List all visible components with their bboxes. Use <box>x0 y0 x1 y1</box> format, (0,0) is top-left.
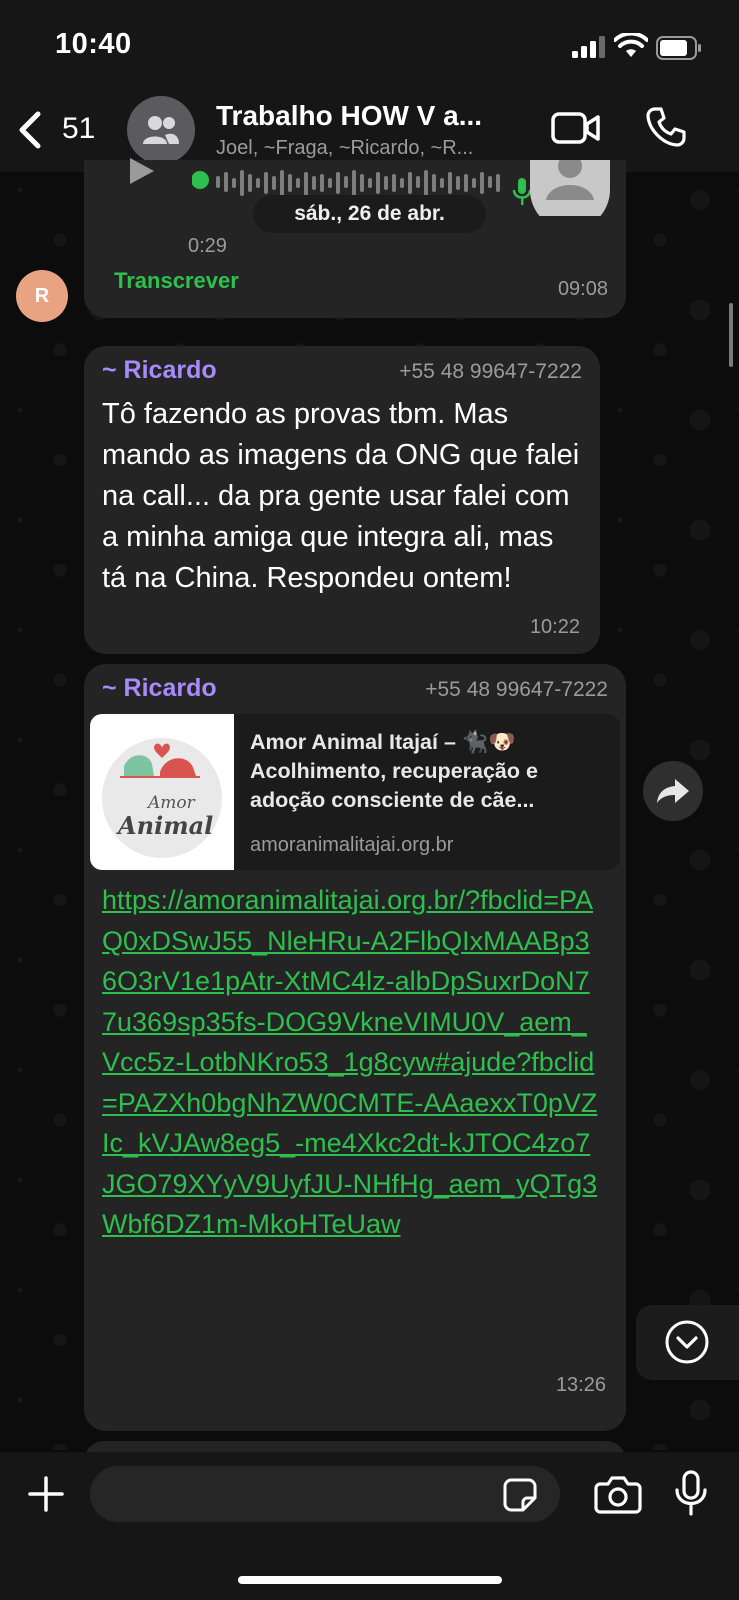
message-link[interactable]: https://amoranimalitajai.org.br/?fbclid=… <box>102 880 602 1245</box>
sender-phone: +55 48 99647-7222 <box>399 360 582 383</box>
status-bar: 10:40 <box>0 0 739 90</box>
sender-name[interactable]: ~ Ricardo <box>102 356 217 385</box>
message-time: 13:26 <box>555 1374 606 1396</box>
input-bar <box>0 1452 739 1600</box>
voice-duration: 0:29 <box>188 235 227 257</box>
unread-count[interactable]: 51 <box>62 112 95 146</box>
forward-button[interactable] <box>643 761 703 821</box>
group-avatar[interactable] <box>127 96 195 164</box>
chat-members[interactable]: Joel, ~Fraga, ~Ricardo, ~R... <box>216 137 473 160</box>
microphone-icon[interactable] <box>674 1470 708 1516</box>
message-text: Tô fazendo as provas tbm. Mas mando as i… <box>102 398 580 594</box>
sender-name[interactable]: ~ Ricardo <box>102 674 217 703</box>
forward-icon <box>657 779 689 803</box>
message-input[interactable] <box>90 1466 560 1522</box>
sticker-icon[interactable] <box>503 1478 537 1512</box>
wifi-icon <box>614 33 648 57</box>
battery-icon <box>656 36 701 60</box>
message-time: 10:22 <box>529 616 580 638</box>
back-chevron-icon[interactable] <box>14 108 46 152</box>
link-preview-domain: amoranimalitajai.org.br <box>250 834 454 856</box>
link-message-bubble[interactable]: ~ Ricardo +55 48 99647-7222 Amor Animal … <box>84 664 626 1431</box>
logo-amor-text: Amor <box>146 793 196 813</box>
date-separator: sáb., 26 de abr. <box>253 195 486 233</box>
group-icon <box>143 116 179 144</box>
camera-icon[interactable] <box>594 1476 642 1514</box>
plus-icon[interactable] <box>26 1474 66 1514</box>
transcribe-button[interactable]: Transcrever <box>114 268 239 294</box>
status-time: 10:40 <box>55 28 132 60</box>
home-indicator <box>238 1576 502 1584</box>
logo-animal-text: Animal <box>116 811 213 840</box>
sender-avatar[interactable]: R <box>16 270 68 322</box>
chat-title[interactable]: Trabalho HOW V a... <box>216 100 482 132</box>
video-call-icon[interactable] <box>551 110 601 146</box>
link-preview-image: Amor Animal <box>90 714 234 870</box>
voice-message-bubble[interactable]: 0:29 Transcrever 09:08 <box>84 158 626 318</box>
signal-icon <box>572 36 605 58</box>
message-time: 09:08 <box>557 278 608 300</box>
chevron-down-icon <box>665 1320 709 1364</box>
phone-call-icon[interactable] <box>645 106 687 148</box>
scrollbar[interactable] <box>729 303 733 367</box>
sender-phone: +55 48 99647-7222 <box>425 678 608 701</box>
link-preview-title: Amor Animal Itajaí – 🐈‍⬛🐶 Acolhimento, r… <box>250 730 538 812</box>
scroll-to-bottom-button[interactable] <box>636 1305 739 1380</box>
text-message-bubble[interactable]: ~ Ricardo +55 48 99647-7222 Tô fazendo a… <box>84 346 600 654</box>
link-preview-card[interactable]: Amor Animal Amor Animal Itajaí – 🐈‍⬛🐶 Ac… <box>90 714 620 870</box>
voice-sender-avatar <box>530 160 610 216</box>
play-icon[interactable] <box>130 158 154 184</box>
